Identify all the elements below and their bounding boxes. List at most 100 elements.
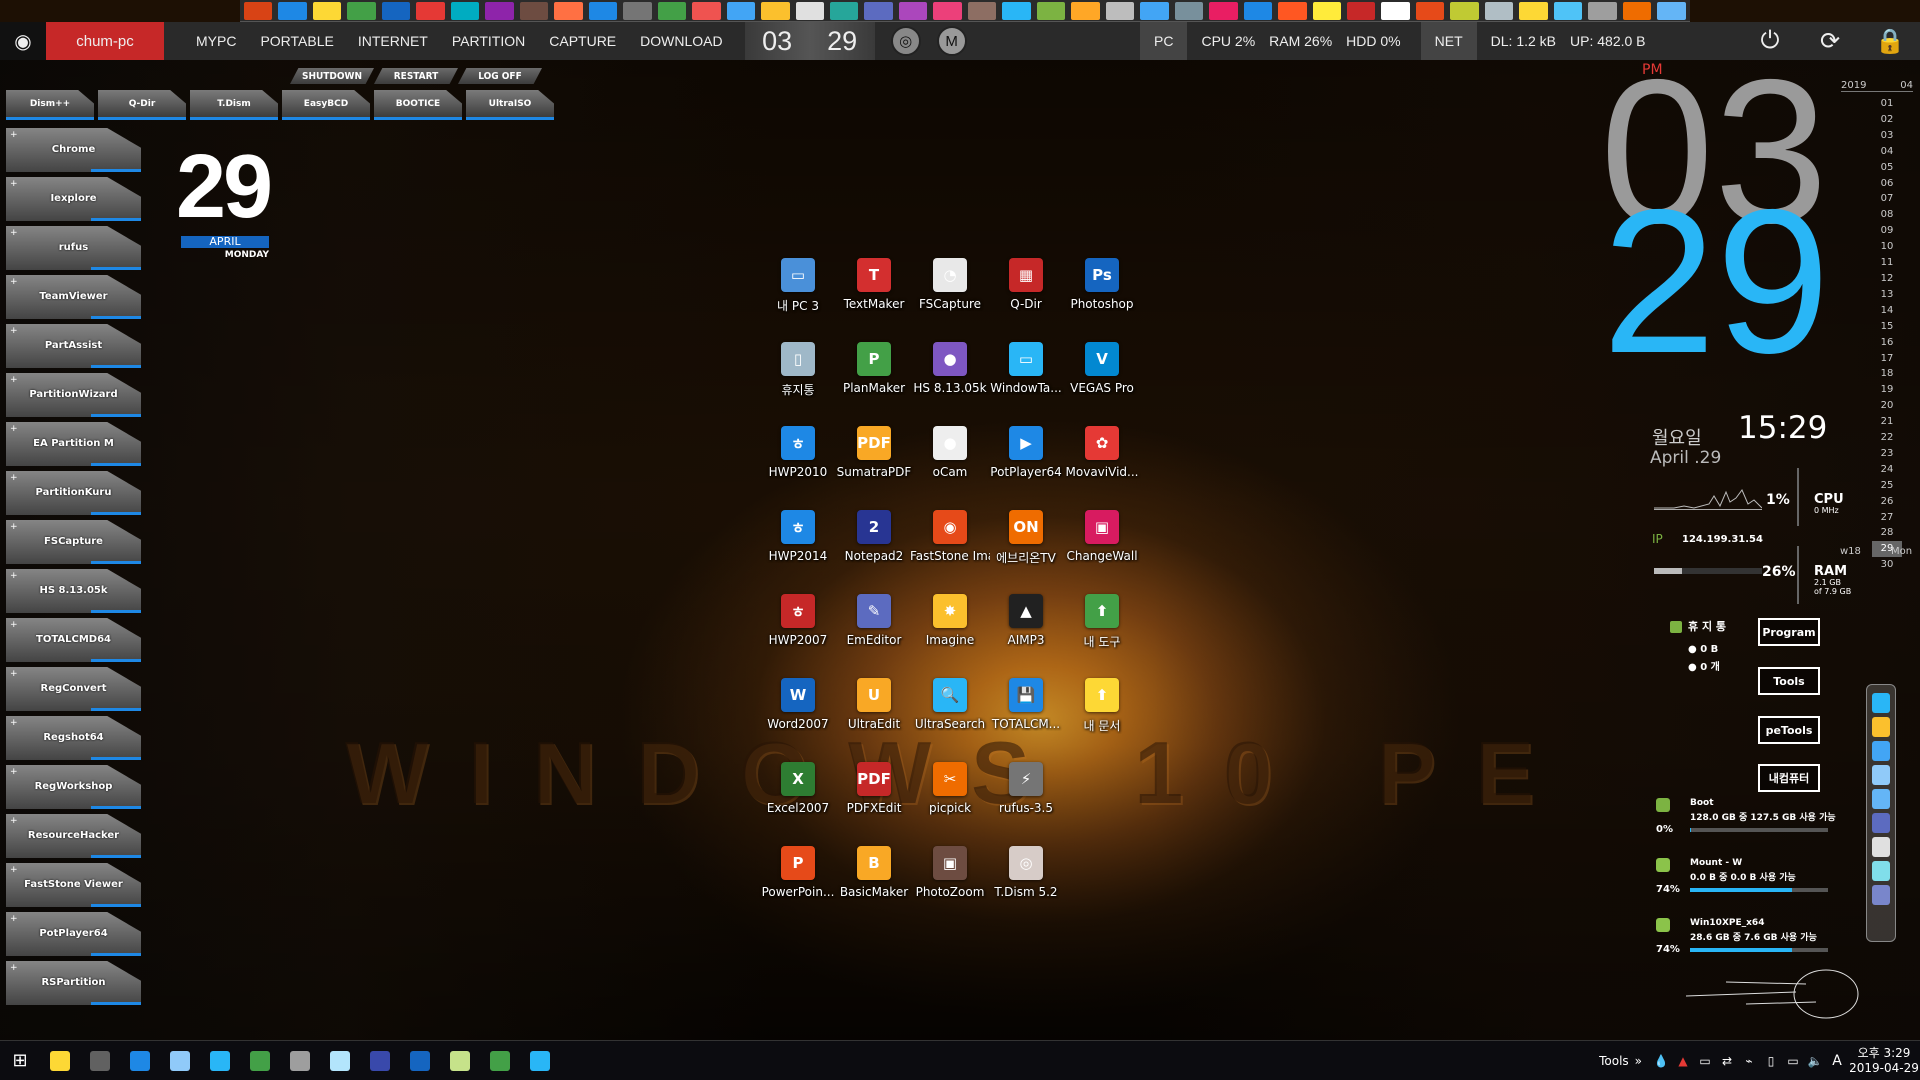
tool-dism[interactable]: Dism++ bbox=[6, 90, 94, 120]
calendar-day[interactable]: 04 bbox=[1872, 144, 1902, 160]
desktop-icon[interactable]: 🔍 UltraSearch bbox=[912, 676, 988, 760]
desktop-icon[interactable]: W Word2007 bbox=[760, 676, 836, 760]
droplet-icon[interactable]: 💧 bbox=[1650, 1054, 1672, 1068]
display-icon[interactable]: ▭ bbox=[1694, 1054, 1716, 1068]
quick-launch-icon[interactable] bbox=[829, 2, 859, 20]
calendar-day[interactable]: 27 bbox=[1872, 510, 1902, 526]
taskbar-app-icon[interactable] bbox=[280, 1041, 320, 1080]
desktop-icon[interactable]: ▦ Q-Dir bbox=[988, 256, 1064, 340]
calendar-day[interactable]: 24 bbox=[1872, 462, 1902, 478]
desktop-icon[interactable]: ㅎ HWP2007 bbox=[760, 592, 836, 676]
quick-launch-icon[interactable] bbox=[1174, 2, 1204, 20]
calendar-day[interactable]: 14 bbox=[1872, 303, 1902, 319]
desktop-icon[interactable]: ▣ PhotoZoom bbox=[912, 844, 988, 928]
quick-launch-icon[interactable] bbox=[967, 2, 997, 20]
desktop-icon[interactable]: ◉ FastStone Image ... bbox=[910, 508, 990, 592]
quick-launch-icon[interactable] bbox=[726, 2, 756, 20]
dock-app-icon[interactable] bbox=[1872, 765, 1890, 785]
calendar-day[interactable]: 09 bbox=[1872, 223, 1902, 239]
menu-capture[interactable]: CAPTURE bbox=[537, 22, 628, 60]
launcher-tile[interactable]: + HS 8.13.05k bbox=[6, 569, 141, 613]
petools-button[interactable]: peTools bbox=[1758, 716, 1820, 744]
calendar-day[interactable]: 18 bbox=[1872, 366, 1902, 382]
desktop-icon[interactable]: U UltraEdit bbox=[836, 676, 912, 760]
dock-app-icon[interactable] bbox=[1872, 789, 1890, 809]
volume-icon[interactable]: 🔈 bbox=[1804, 1054, 1826, 1068]
desktop-icon[interactable]: PDF PDFXEdit bbox=[836, 760, 912, 844]
launcher-tile[interactable]: + TeamViewer bbox=[6, 275, 141, 319]
calendar-day[interactable]: 19 bbox=[1872, 382, 1902, 398]
battery-icon[interactable]: ▯ bbox=[1760, 1054, 1782, 1068]
launcher-tile[interactable]: + ResourceHacker bbox=[6, 814, 141, 858]
tool-qdir[interactable]: Q-Dir bbox=[98, 90, 186, 120]
calendar-day[interactable]: 28 bbox=[1872, 525, 1902, 541]
quick-launch-icon[interactable] bbox=[1105, 2, 1135, 20]
quick-launch-icon[interactable] bbox=[1588, 2, 1617, 20]
desktop-icon[interactable]: ⚡ rufus-3.5 bbox=[988, 760, 1064, 844]
launcher-tile[interactable]: + PartAssist bbox=[6, 324, 141, 368]
desktop-icon[interactable]: P PlanMaker bbox=[836, 340, 912, 424]
launcher-tile[interactable]: + FastStone Viewer bbox=[6, 863, 141, 907]
quick-launch-icon[interactable] bbox=[657, 2, 687, 20]
desktop-icon[interactable]: Ps Photoshop bbox=[1064, 256, 1140, 340]
taskbar-app-icon[interactable] bbox=[200, 1041, 240, 1080]
calendar-day[interactable]: 20 bbox=[1872, 398, 1902, 414]
desktop-icon[interactable]: ㅎ HWP2014 bbox=[760, 508, 836, 592]
dock-app-icon[interactable] bbox=[1872, 717, 1890, 737]
plus-icon[interactable]: + bbox=[10, 179, 18, 189]
dock-app-icon[interactable] bbox=[1872, 861, 1890, 881]
tool-bootice[interactable]: BOOTICE bbox=[374, 90, 462, 120]
restart-button[interactable]: RESTART bbox=[374, 68, 458, 84]
tray-tools-label[interactable]: Tools bbox=[1599, 1054, 1629, 1068]
desktop-icon[interactable]: T TextMaker bbox=[836, 256, 912, 340]
tools-button[interactable]: Tools bbox=[1758, 667, 1820, 695]
quick-launch-icon[interactable] bbox=[1381, 2, 1410, 20]
calendar-day[interactable]: 22 bbox=[1872, 430, 1902, 446]
tool-tdism[interactable]: T.Dism bbox=[190, 90, 278, 120]
calendar-day[interactable]: 30 bbox=[1872, 557, 1902, 573]
dock-app-icon[interactable] bbox=[1872, 885, 1890, 905]
desktop-icon[interactable]: ▭ WindowTa... bbox=[988, 340, 1064, 424]
desktop-icon[interactable]: ◎ T.Dism 5.2 bbox=[988, 844, 1064, 928]
plus-icon[interactable]: + bbox=[10, 326, 18, 336]
calendar-day[interactable]: 21 bbox=[1872, 414, 1902, 430]
desktop-icon[interactable]: ON 에브리온TV bbox=[988, 508, 1064, 592]
mycomputer-button[interactable]: 내컴퓨터 bbox=[1758, 764, 1820, 792]
taskbar-app-icon[interactable] bbox=[120, 1041, 160, 1080]
launcher-tile[interactable]: + TOTALCMD64 bbox=[6, 618, 141, 662]
quick-launch-icon[interactable] bbox=[1243, 2, 1273, 20]
plus-icon[interactable]: + bbox=[10, 473, 18, 483]
taskbar-app-icon[interactable] bbox=[40, 1041, 80, 1080]
usb-icon[interactable]: ⌁ bbox=[1738, 1054, 1760, 1068]
desktop-icon[interactable]: ● HS 8.13.05k bbox=[912, 340, 988, 424]
plus-icon[interactable]: + bbox=[10, 375, 18, 385]
desktop-icon[interactable]: ✸ Imagine bbox=[912, 592, 988, 676]
desktop-icon[interactable]: ▣ ChangeWall bbox=[1064, 508, 1140, 592]
plus-icon[interactable]: + bbox=[10, 130, 18, 140]
program-button[interactable]: Program bbox=[1758, 618, 1820, 646]
tool-easybcd[interactable]: EasyBCD bbox=[282, 90, 370, 120]
quick-launch-icon[interactable] bbox=[554, 2, 583, 20]
desktop-icon[interactable]: ▲ AIMP3 bbox=[988, 592, 1064, 676]
quick-launch-icon[interactable] bbox=[933, 2, 962, 20]
quick-launch-icon[interactable] bbox=[347, 2, 376, 20]
colorful-icon[interactable]: ▲ bbox=[1672, 1054, 1694, 1068]
tray-expand-icon[interactable]: » bbox=[1635, 1054, 1642, 1068]
taskbar-app-icon[interactable] bbox=[80, 1041, 120, 1080]
logoff-button[interactable]: LOG OFF bbox=[458, 68, 542, 84]
quick-launch-icon[interactable] bbox=[864, 2, 893, 20]
launcher-tile[interactable]: + PotPlayer64 bbox=[6, 912, 141, 956]
menu-partition[interactable]: PARTITION bbox=[440, 22, 537, 60]
desktop-icon[interactable]: ▶ PotPlayer64 bbox=[988, 424, 1064, 508]
taskbar-app-icon[interactable] bbox=[360, 1041, 400, 1080]
calendar-day[interactable]: 23 bbox=[1872, 446, 1902, 462]
menu-download[interactable]: DOWNLOAD bbox=[628, 22, 734, 60]
plus-icon[interactable]: + bbox=[10, 963, 18, 973]
quick-launch-icon[interactable] bbox=[1312, 2, 1341, 20]
menu-internet[interactable]: INTERNET bbox=[346, 22, 440, 60]
dock-app-icon[interactable] bbox=[1872, 837, 1890, 857]
quick-launch-icon[interactable] bbox=[1278, 2, 1307, 20]
plus-icon[interactable]: + bbox=[10, 669, 18, 679]
menu-mypc[interactable]: MYPC bbox=[184, 22, 248, 60]
plus-icon[interactable]: + bbox=[10, 424, 18, 434]
